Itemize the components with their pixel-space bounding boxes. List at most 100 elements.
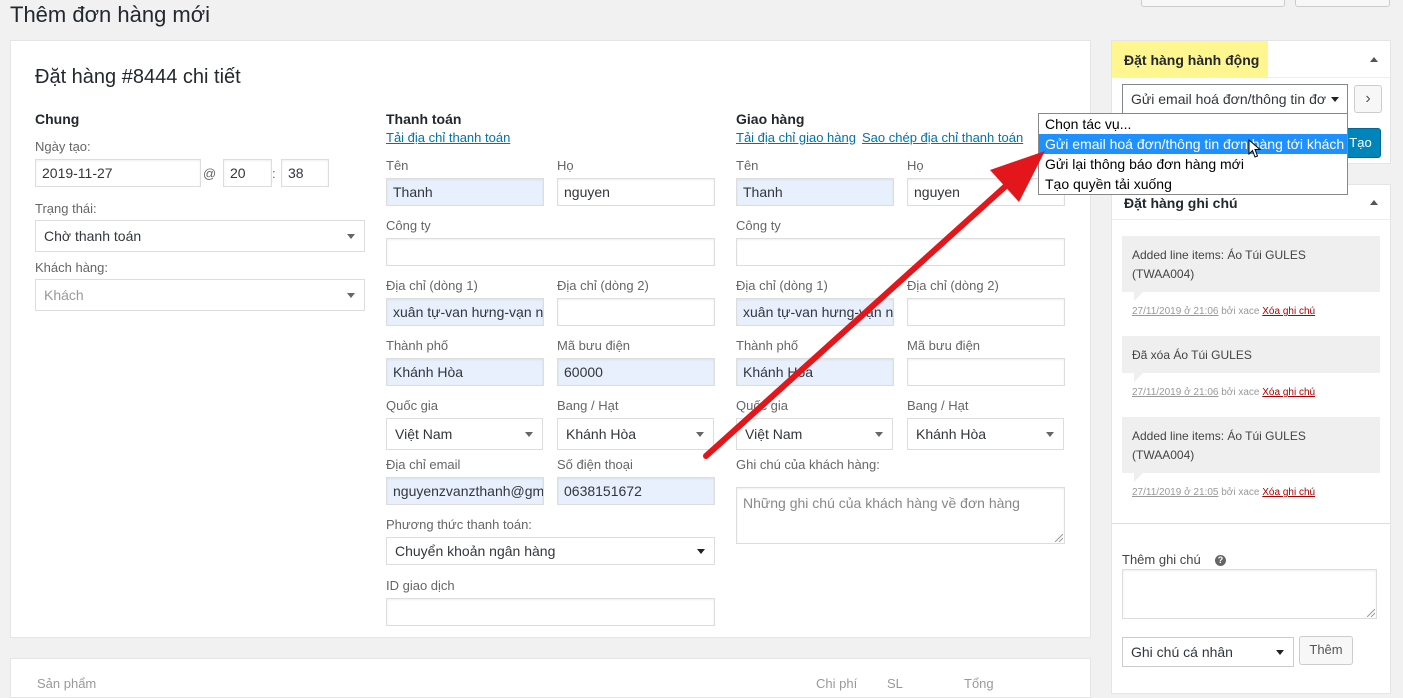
billing-state-value: Khánh Hòa xyxy=(566,426,637,442)
billing-city-input[interactable]: Khánh Hòa xyxy=(386,358,544,386)
collapse-arrow-icon[interactable] xyxy=(1370,200,1378,205)
customer-select[interactable]: Khách xyxy=(35,279,365,311)
collapse-arrow-icon[interactable] xyxy=(1370,57,1378,62)
note-tail xyxy=(1134,373,1143,382)
shipping-company-input[interactable] xyxy=(736,238,1065,266)
billing-address1-input[interactable]: xuân tự-van hưng-vạn n xyxy=(386,298,544,326)
chevron-down-icon xyxy=(347,293,355,298)
shipping-address2-label: Địa chỉ (dòng 2) xyxy=(907,278,999,293)
order-notes-title: Đặt hàng ghi chú xyxy=(1124,195,1238,211)
customer-placeholder: Khách xyxy=(44,287,84,303)
shipping-address1-label: Địa chỉ (dòng 1) xyxy=(736,278,828,293)
date-input[interactable]: 2019-11-27 xyxy=(35,159,201,187)
billing-address2-label: Địa chỉ (dòng 2) xyxy=(557,278,649,293)
shipping-state-select[interactable]: Khánh Hòa xyxy=(907,418,1064,450)
dropdown-option-send-invoice[interactable]: Gửi email hoá đơn/thông tin đơn hàng tới… xyxy=(1039,134,1347,154)
mouse-pointer-icon xyxy=(1248,139,1262,158)
note-text: Added line items: Áo Túi GULES (TWAA004) xyxy=(1132,248,1306,281)
billing-phone-input[interactable]: 0638151672 xyxy=(557,477,715,505)
top-button-2[interactable] xyxy=(1295,0,1390,7)
billing-first-name-label: Tên xyxy=(386,158,409,173)
hour-input[interactable]: 20 xyxy=(223,159,272,187)
delete-note-link[interactable]: Xóa ghi chú xyxy=(1262,487,1315,498)
delete-note-link[interactable]: Xóa ghi chú xyxy=(1262,306,1315,317)
chevron-down-icon xyxy=(875,432,883,437)
billing-country-select[interactable]: Việt Nam xyxy=(386,418,543,450)
page-title: Thêm đơn hàng mới xyxy=(10,2,211,27)
order-action-select[interactable]: Gửi email hoá đơn/thông tin đơ xyxy=(1122,84,1348,114)
order-notes-divider xyxy=(1112,219,1390,220)
shipping-country-select[interactable]: Việt Nam xyxy=(736,418,893,450)
shipping-first-name-label: Tên xyxy=(736,158,759,173)
load-billing-link[interactable]: Tải địa chỉ thanh toán xyxy=(386,130,510,145)
dropdown-option-resend-notification[interactable]: Gửi lại thông báo đơn hàng mới xyxy=(1039,154,1347,174)
billing-company-input[interactable] xyxy=(386,238,715,266)
note-date: 27/11/2019 ở 21:06 xyxy=(1132,306,1219,317)
billing-address2-input[interactable] xyxy=(557,298,715,326)
billing-country-value: Việt Nam xyxy=(395,426,453,442)
items-header-cost: Chi phí xyxy=(816,676,858,691)
shipping-city-input[interactable]: Khánh Hòa xyxy=(736,358,894,386)
shipping-postcode-label: Mã bưu điện xyxy=(907,338,981,353)
note-meta: 27/11/2019 ở 21:05 bởi xace Xóa ghi chú xyxy=(1132,487,1315,498)
note-author: bởi xace xyxy=(1221,306,1260,317)
shipping-country-label: Quốc gia xyxy=(736,398,789,413)
order-heading: Đặt hàng #8444 chi tiết xyxy=(35,66,241,88)
items-header-qty: SL xyxy=(887,676,903,691)
dropdown-option-choose[interactable]: Chọn tác vụ... xyxy=(1039,114,1347,134)
note-author: bởi xace xyxy=(1221,387,1260,398)
billing-address1-label: Địa chỉ (dòng 1) xyxy=(386,278,478,293)
chevron-down-icon xyxy=(1046,432,1054,437)
note-tail xyxy=(1134,473,1143,482)
billing-last-name-label: Họ xyxy=(557,158,574,173)
chevron-down-icon xyxy=(525,432,533,437)
items-header-total: Tổng xyxy=(964,676,994,691)
copy-billing-link[interactable]: Sao chép địa chỉ thanh toán xyxy=(862,130,1023,145)
customer-label: Khách hàng: xyxy=(35,260,109,275)
order-action-go-button[interactable]: › xyxy=(1354,85,1382,113)
status-select[interactable]: Chờ thanh toán xyxy=(35,220,365,252)
billing-state-select[interactable]: Khánh Hòa xyxy=(557,418,714,450)
note-item: Added line items: Áo Túi GULES (TWAA004) xyxy=(1122,236,1380,292)
note-author: bởi xace xyxy=(1221,487,1260,498)
resize-handle-icon[interactable] xyxy=(1367,609,1375,617)
load-shipping-link[interactable]: Tải địa chỉ giao hàng xyxy=(736,130,856,145)
transaction-id-input[interactable] xyxy=(386,598,715,626)
order-actions-divider xyxy=(1112,77,1390,78)
resize-handle-icon[interactable] xyxy=(1055,534,1063,542)
shipping-address1-input[interactable]: xuân tự-van hưng-vạn n xyxy=(736,298,894,326)
help-icon[interactable]: ? xyxy=(1215,555,1226,566)
payment-method-select[interactable]: Chuyển khoản ngân hàng xyxy=(386,537,715,565)
billing-postcode-input[interactable]: 60000 xyxy=(557,358,715,386)
billing-first-name-input[interactable]: Thanh xyxy=(386,178,544,206)
minute-input[interactable]: 38 xyxy=(281,159,329,187)
chevron-down-icon xyxy=(1331,97,1339,102)
top-button-1[interactable] xyxy=(1141,0,1285,7)
add-note-textarea[interactable] xyxy=(1122,569,1377,619)
billing-email-label: Địa chỉ email xyxy=(386,457,461,472)
order-action-dropdown: Chọn tác vụ... Gửi email hoá đơn/thông t… xyxy=(1038,113,1348,195)
note-date: 27/11/2019 ở 21:06 xyxy=(1132,387,1219,398)
billing-postcode-label: Mã bưu điện xyxy=(557,338,631,353)
note-text: Đã xóa Áo Túi GULES xyxy=(1132,348,1252,362)
status-value: Chờ thanh toán xyxy=(44,228,142,244)
customer-note-textarea[interactable]: Những ghi chú của khách hàng về đơn hàng xyxy=(736,487,1065,544)
billing-state-label: Bang / Hạt xyxy=(557,398,619,413)
dropdown-option-regenerate-downloads[interactable]: Tạo quyền tải xuống xyxy=(1039,174,1347,194)
shipping-first-name-input[interactable]: Thanh xyxy=(736,178,894,206)
date-label: Ngày tạo: xyxy=(35,139,91,154)
billing-last-name-input[interactable]: nguyen xyxy=(557,178,715,206)
note-meta: 27/11/2019 ở 21:06 bởi xace Xóa ghi chú xyxy=(1132,306,1315,317)
order-actions-title: Đặt hàng hành động xyxy=(1124,52,1260,68)
billing-email-input[interactable]: nguyenzvanzthanh@gm xyxy=(386,477,544,505)
note-type-select[interactable]: Ghi chú cá nhân xyxy=(1122,637,1294,667)
note-meta: 27/11/2019 ở 21:06 bởi xace Xóa ghi chú xyxy=(1132,387,1315,398)
billing-title: Thanh toán xyxy=(386,111,462,127)
billing-city-label: Thành phố xyxy=(386,338,449,353)
shipping-title: Giao hàng xyxy=(736,111,805,127)
add-note-button[interactable]: Thêm xyxy=(1299,636,1353,665)
shipping-address2-input[interactable] xyxy=(907,298,1065,326)
order-items-panel xyxy=(10,658,1091,698)
delete-note-link[interactable]: Xóa ghi chú xyxy=(1262,387,1315,398)
shipping-postcode-input[interactable] xyxy=(907,358,1065,386)
